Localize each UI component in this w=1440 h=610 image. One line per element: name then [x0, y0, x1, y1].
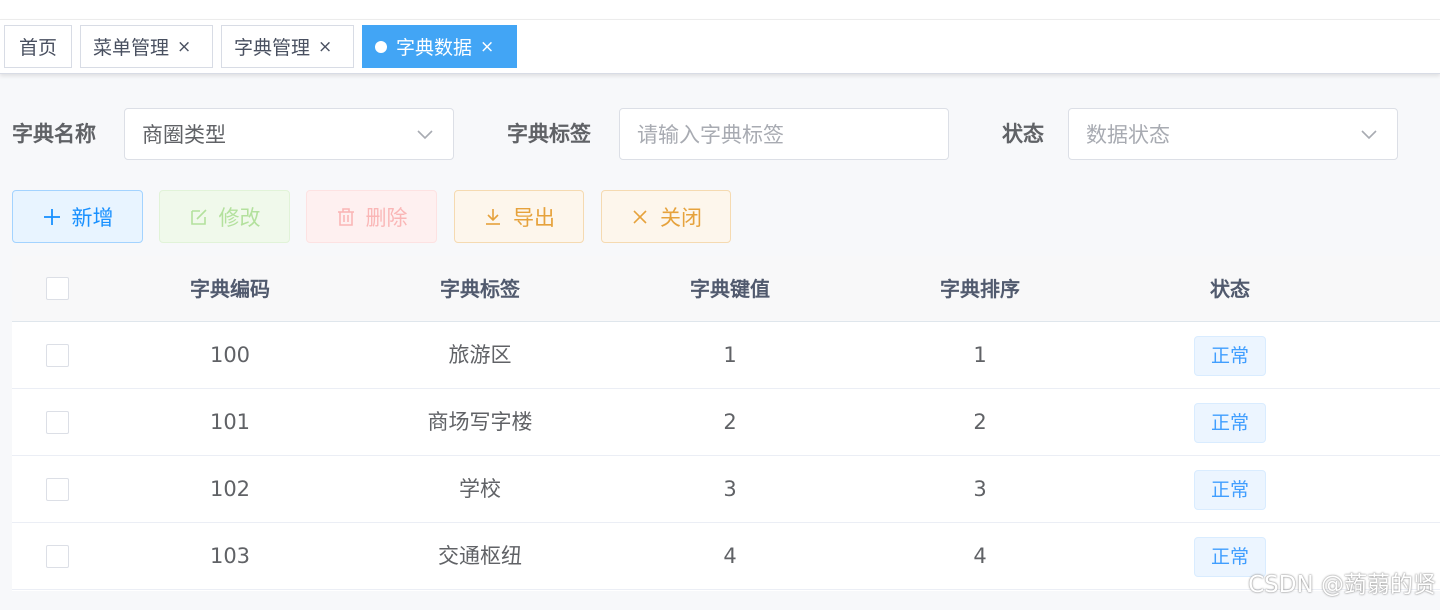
- watermark: CSDN @蒟蒻的贤: [1248, 572, 1436, 598]
- close-icon[interactable]: ×: [480, 37, 494, 57]
- sort-cell: 4: [973, 544, 987, 568]
- code-cell: 101: [209, 410, 251, 434]
- export-button[interactable]: 导出: [454, 190, 584, 243]
- sort-cell: 1: [973, 343, 987, 367]
- status-badge: 正常: [1193, 403, 1266, 443]
- row-checkbox[interactable]: [46, 478, 69, 501]
- tags-view-bar: 首页 菜单管理 × 字典管理 × 字典数据 ×: [0, 20, 1440, 74]
- label-cell: 学校: [459, 477, 501, 501]
- delete-button[interactable]: 删除: [306, 190, 437, 243]
- dict-data-table: 字典编码 字典标签 字典键值 字典排序 状态 100 旅游区 1 1 正常 10…: [12, 256, 1440, 591]
- status-cell: 正常: [1105, 322, 1355, 389]
- table-row[interactable]: 101 商场写字楼 2 2 正常: [12, 389, 1440, 456]
- code-cell: 100: [209, 343, 251, 367]
- label-cell: 商场写字楼: [427, 410, 533, 434]
- column-header[interactable]: 字典标签: [355, 256, 605, 322]
- status-cell: 正常: [1105, 456, 1355, 523]
- status-select[interactable]: 数据状态: [1068, 108, 1398, 160]
- value-cell: 4: [723, 544, 737, 568]
- header-select-cell: [12, 256, 102, 322]
- trash-icon: [337, 207, 354, 226]
- dict-name-label: 字典名称: [12, 122, 96, 146]
- tab-label: 菜单管理: [93, 37, 170, 59]
- select-cell: [12, 523, 102, 590]
- table-header: 字典编码 字典标签 字典键值 字典排序 状态: [12, 256, 1440, 322]
- close-button[interactable]: 关闭: [601, 190, 731, 243]
- column-header[interactable]: 字典排序: [855, 256, 1105, 322]
- edit-button-label: 修改: [218, 205, 261, 230]
- chevron-down-icon: [1361, 130, 1377, 140]
- dict-tag-placeholder: 请输入字典标签: [637, 123, 784, 147]
- table-row[interactable]: 100 旅游区 1 1 正常: [12, 322, 1440, 389]
- add-button-label: 新增: [71, 205, 114, 230]
- column-header[interactable]: 字典键值: [605, 256, 855, 322]
- dict-name-select[interactable]: 商圈类型: [124, 108, 454, 160]
- select-cell: [12, 456, 102, 523]
- select-cell: [12, 322, 102, 389]
- top-navbar: [0, 0, 1440, 20]
- sort-cell: 3: [973, 477, 987, 501]
- status-cell: 正常: [1105, 389, 1355, 456]
- table-row[interactable]: 102 学校 3 3 正常: [12, 456, 1440, 523]
- chevron-down-icon: [417, 130, 433, 140]
- add-button[interactable]: 新增: [12, 190, 143, 243]
- tab-menu-management[interactable]: 菜单管理 ×: [80, 25, 213, 68]
- tab-label: 字典数据: [396, 37, 473, 59]
- tab-dict-management[interactable]: 字典管理 ×: [221, 25, 354, 68]
- status-badge: 正常: [1193, 336, 1266, 376]
- status-badge: 正常: [1193, 470, 1266, 510]
- tab-dict-data[interactable]: 字典数据 ×: [362, 25, 517, 68]
- row-checkbox[interactable]: [46, 545, 69, 568]
- select-cell: [12, 389, 102, 456]
- dict-tag-label: 字典标签: [507, 122, 591, 146]
- sort-cell: 2: [973, 410, 987, 434]
- code-cell: 103: [209, 544, 251, 568]
- dict-tag-input[interactable]: 请输入字典标签: [619, 108, 949, 160]
- column-header[interactable]: 状态: [1105, 256, 1355, 322]
- tab-label: 首页: [18, 37, 57, 59]
- plus-icon: [43, 208, 60, 225]
- active-dot-icon: [375, 40, 387, 53]
- close-icon[interactable]: ×: [318, 37, 332, 57]
- close-button-label: 关闭: [660, 205, 702, 230]
- status-label: 状态: [1002, 122, 1044, 146]
- close-icon[interactable]: ×: [177, 37, 191, 57]
- tab-label: 字典管理: [234, 37, 311, 59]
- row-checkbox[interactable]: [46, 411, 69, 434]
- code-cell: 102: [209, 477, 251, 501]
- close-icon: [633, 209, 647, 224]
- delete-button-label: 删除: [365, 205, 408, 230]
- value-cell: 3: [723, 477, 737, 501]
- value-cell: 1: [723, 343, 737, 367]
- edit-icon: [190, 208, 207, 225]
- table-row[interactable]: 103 交通枢纽 4 4 正常: [12, 523, 1440, 590]
- export-button-label: 导出: [513, 205, 555, 230]
- select-all-checkbox[interactable]: [46, 277, 69, 300]
- row-checkbox[interactable]: [46, 344, 69, 367]
- tab-home[interactable]: 首页: [4, 25, 72, 68]
- label-cell: 旅游区: [448, 343, 512, 367]
- column-header[interactable]: 字典编码: [105, 256, 355, 322]
- dict-name-value: 商圈类型: [142, 123, 226, 147]
- download-icon: [486, 208, 500, 225]
- label-cell: 交通枢纽: [438, 544, 522, 568]
- value-cell: 2: [723, 410, 737, 434]
- edit-button[interactable]: 修改: [159, 190, 290, 243]
- status-placeholder: 数据状态: [1086, 123, 1170, 147]
